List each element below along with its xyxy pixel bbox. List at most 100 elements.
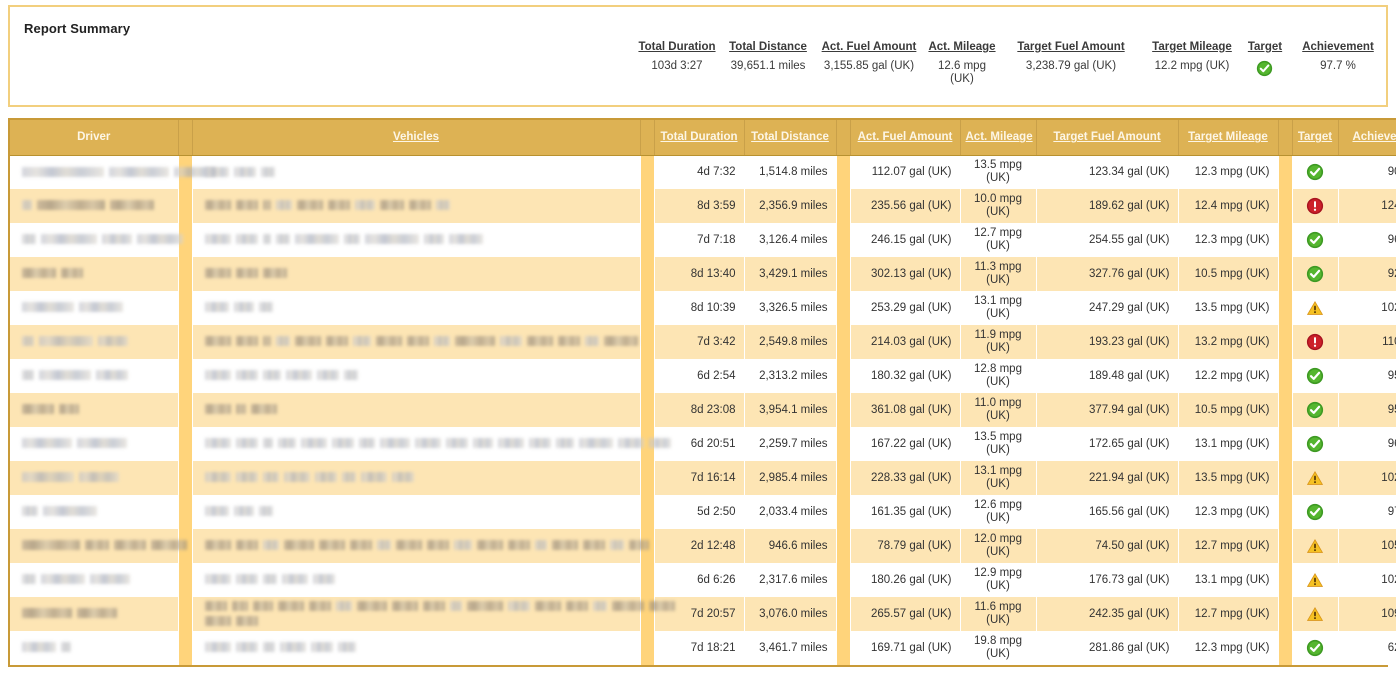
cell-driver <box>10 325 179 359</box>
row-spacer-2 <box>640 359 655 393</box>
table-row[interactable]: 7d 7:18 3,126.4 miles 246.15 gal (UK) 12.7 … <box>10 223 1396 257</box>
cell-achievement: 95.5 % <box>1338 393 1396 427</box>
column-header-achievement[interactable]: Achievement <box>1338 118 1396 156</box>
row-spacer-3 <box>836 223 851 257</box>
table-row[interactable]: 7d 18:21 3,461.7 miles 169.71 gal (UK) 19.8… <box>10 631 1396 665</box>
cell-target-status <box>1292 325 1339 359</box>
row-spacer-4 <box>1278 563 1293 597</box>
cell-target-fuel-amount: 176.73 gal (UK) <box>1036 563 1179 597</box>
cell-total-distance: 2,259.7 miles <box>744 427 837 461</box>
cell-act-fuel-amount: 169.71 gal (UK) <box>850 631 961 665</box>
cell-total-distance: 2,313.2 miles <box>744 359 837 393</box>
table-body: 4d 7:32 1,514.8 miles 112.07 gal (UK) 13.5 … <box>10 155 1396 665</box>
column-header-target[interactable]: Target <box>1292 118 1339 156</box>
table-row[interactable]: 7d 20:57 3,076.0 miles 265.57 gal (UK) 11.6… <box>10 597 1396 631</box>
column-header-act-mileage[interactable]: Act. Mileage <box>960 118 1037 156</box>
cell-target-status <box>1292 155 1339 189</box>
table-row[interactable]: 7d 3:42 2,549.8 miles 214.03 gal (UK) 11.9 … <box>10 325 1396 359</box>
row-spacer-2 <box>640 495 655 529</box>
cell-target-status <box>1292 597 1339 631</box>
summary-value-row: 103d 3:27 39,651.1 miles 3,155.85 gal (U… <box>10 58 1388 88</box>
cell-target-status <box>1292 529 1339 563</box>
row-spacer-1 <box>178 189 193 223</box>
cell-target-mileage: 10.5 mpg (UK) <box>1178 393 1279 427</box>
summary-col-total-duration: Total Duration <box>638 41 716 53</box>
summary-target-status <box>1242 58 1288 88</box>
table-row[interactable]: 8d 10:39 3,326.5 miles 253.29 gal (UK) 13.1… <box>10 291 1396 325</box>
row-spacer-3 <box>836 257 851 291</box>
row-spacer-1 <box>178 393 193 427</box>
check-circle-icon <box>1256 60 1274 78</box>
cell-act-mileage: 11.0 mpg (UK) <box>960 393 1037 427</box>
row-spacer-2 <box>640 563 655 597</box>
row-spacer-4 <box>1278 257 1293 291</box>
table-row[interactable]: 4d 7:32 1,514.8 miles 112.07 gal (UK) 13.5 … <box>10 155 1396 189</box>
check-circle-icon <box>1306 639 1324 657</box>
cell-total-distance: 2,317.6 miles <box>744 563 837 597</box>
cell-target-mileage: 13.5 mpg (UK) <box>1178 461 1279 495</box>
cell-act-fuel-amount: 235.56 gal (UK) <box>850 189 961 223</box>
cell-total-distance: 3,461.7 miles <box>744 631 837 665</box>
cell-act-fuel-amount: 253.29 gal (UK) <box>850 291 961 325</box>
cell-achievement: 90.9 % <box>1338 155 1396 189</box>
table-row[interactable]: 5d 2:50 2,033.4 miles 161.35 gal (UK) 12.6 … <box>10 495 1396 529</box>
check-circle-icon <box>1306 265 1324 283</box>
cell-target-fuel-amount: 189.48 gal (UK) <box>1036 359 1179 393</box>
table-row[interactable]: 8d 3:59 2,356.9 miles 235.56 gal (UK) 10.0 … <box>10 189 1396 223</box>
table-row[interactable]: 6d 2:54 2,313.2 miles 180.32 gal (UK) 12.8 … <box>10 359 1396 393</box>
table-row[interactable]: 2d 12:48 946.6 miles 78.79 gal (UK) 12.0 mp… <box>10 529 1396 563</box>
cell-act-mileage: 12.6 mpg (UK) <box>960 495 1037 529</box>
row-spacer-3 <box>836 563 851 597</box>
row-spacer-4 <box>1278 461 1293 495</box>
row-spacer-3 <box>836 597 851 631</box>
cell-act-mileage: 11.3 mpg (UK) <box>960 257 1037 291</box>
cell-target-status <box>1292 461 1339 495</box>
column-header-total-distance[interactable]: Total Distance <box>744 118 837 156</box>
cell-achievement: 96.9 % <box>1338 427 1396 461</box>
row-spacer-4 <box>1278 631 1293 665</box>
table-row[interactable]: 6d 20:51 2,259.7 miles 167.22 gal (UK) 13.5… <box>10 427 1396 461</box>
row-spacer-4 <box>1278 427 1293 461</box>
cell-total-distance: 2,356.9 miles <box>744 189 837 223</box>
cell-act-fuel-amount: 180.26 gal (UK) <box>850 563 961 597</box>
row-spacer-3 <box>836 461 851 495</box>
cell-act-fuel-amount: 167.22 gal (UK) <box>850 427 961 461</box>
cell-target-fuel-amount: 281.86 gal (UK) <box>1036 631 1179 665</box>
row-spacer-1 <box>178 291 193 325</box>
cell-act-fuel-amount: 228.33 gal (UK) <box>850 461 961 495</box>
warning-triangle-icon <box>1306 605 1324 623</box>
summary-value-total-distance: 39,651.1 miles <box>730 60 806 72</box>
column-spacer-2 <box>640 118 655 156</box>
cell-target-fuel-amount: 242.35 gal (UK) <box>1036 597 1179 631</box>
column-header-target-mileage[interactable]: Target Mileage <box>1178 118 1279 156</box>
cell-achievement: 124.2 % <box>1338 189 1396 223</box>
cell-vehicles <box>192 257 641 291</box>
row-spacer-3 <box>836 291 851 325</box>
row-spacer-2 <box>640 393 655 427</box>
table-row[interactable]: 7d 16:14 2,985.4 miles 228.33 gal (UK) 13.1… <box>10 461 1396 495</box>
table-row[interactable]: 8d 13:40 3,429.1 miles 302.13 gal (UK) 11.3… <box>10 257 1396 291</box>
cell-target-status <box>1292 257 1339 291</box>
cell-target-fuel-amount: 74.50 gal (UK) <box>1036 529 1179 563</box>
column-header-total-duration[interactable]: Total Duration <box>654 118 745 156</box>
cell-total-duration: 6d 2:54 <box>654 359 745 393</box>
column-header-vehicles[interactable]: Vehicles <box>192 118 641 156</box>
cell-act-fuel-amount: 302.13 gal (UK) <box>850 257 961 291</box>
report-table-container: Driver Vehicles Total Duration Total Dis… <box>8 118 1396 667</box>
cell-target-mileage: 12.7 mpg (UK) <box>1178 597 1279 631</box>
row-spacer-3 <box>836 393 851 427</box>
table-row[interactable]: 6d 6:26 2,317.6 miles 180.26 gal (UK) 12.9 … <box>10 563 1396 597</box>
column-header-target-fuel-amount[interactable]: Target Fuel Amount <box>1036 118 1179 156</box>
cell-target-mileage: 13.2 mpg (UK) <box>1178 325 1279 359</box>
row-spacer-1 <box>178 359 193 393</box>
column-header-act-fuel-amount[interactable]: Act. Fuel Amount <box>850 118 961 156</box>
cell-driver <box>10 631 179 665</box>
row-spacer-3 <box>836 529 851 563</box>
cell-driver <box>10 597 179 631</box>
cell-vehicles <box>192 325 641 359</box>
table-row[interactable]: 8d 23:08 3,954.1 miles 361.08 gal (UK) 11.0… <box>10 393 1396 427</box>
cell-target-fuel-amount: 377.94 gal (UK) <box>1036 393 1179 427</box>
column-header-driver: Driver <box>10 118 179 156</box>
cell-driver <box>10 393 179 427</box>
summary-col-act-mileage: Act. Mileage <box>928 41 996 53</box>
